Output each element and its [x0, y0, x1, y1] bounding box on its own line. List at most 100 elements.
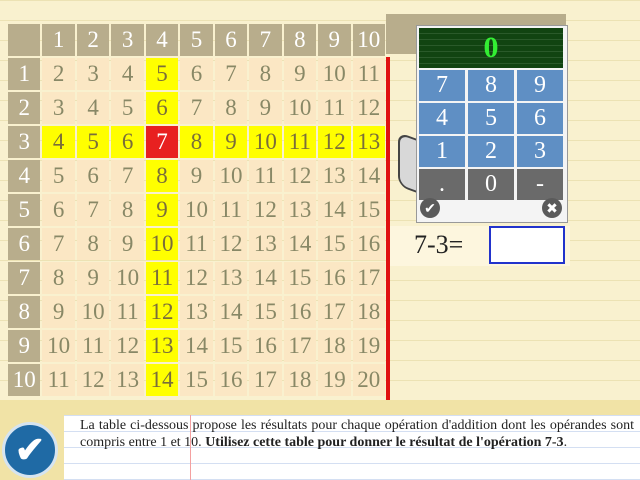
table-cell[interactable]: 14: [180, 330, 213, 362]
table-cell[interactable]: 5: [145, 58, 179, 90]
table-cell[interactable]: 6: [111, 126, 144, 158]
table-cell[interactable]: 20: [352, 364, 385, 396]
table-cell[interactable]: 10: [145, 228, 179, 260]
table-cell[interactable]: 12: [214, 228, 248, 260]
table-cell[interactable]: 7: [111, 160, 144, 192]
table-cell[interactable]: 13: [111, 364, 144, 396]
table-cell[interactable]: 8: [214, 92, 248, 124]
table-cell[interactable]: 15: [318, 228, 351, 260]
table-cell[interactable]: 12: [352, 92, 385, 124]
table-cell[interactable]: 13: [180, 296, 213, 328]
table-cell[interactable]: 3: [76, 58, 110, 90]
table-cell[interactable]: 7: [42, 228, 75, 260]
table-cell[interactable]: 14: [283, 228, 317, 260]
table-cell[interactable]: 8: [111, 194, 144, 226]
table-cell[interactable]: 14: [249, 262, 282, 294]
table-cell[interactable]: 2: [42, 58, 75, 90]
table-cell[interactable]: 13: [283, 194, 317, 226]
table-cell[interactable]: 6: [76, 160, 110, 192]
check-icon[interactable]: ✔: [420, 198, 440, 218]
table-cell[interactable]: 11: [283, 126, 317, 158]
answer-input[interactable]: [489, 226, 565, 264]
keypad-key[interactable]: 2: [468, 136, 514, 167]
table-cell[interactable]: 10: [76, 296, 110, 328]
table-cell[interactable]: 9: [249, 92, 282, 124]
keypad-key[interactable]: 0: [468, 169, 514, 200]
table-cell[interactable]: 4: [76, 92, 110, 124]
table-cell[interactable]: 8: [180, 126, 213, 158]
table-cell[interactable]: 10: [283, 92, 317, 124]
table-cell[interactable]: 9: [76, 262, 110, 294]
table-cell[interactable]: 10: [42, 330, 75, 362]
table-cell[interactable]: 9: [42, 296, 75, 328]
table-cell[interactable]: 18: [352, 296, 385, 328]
table-cell[interactable]: 7: [180, 92, 213, 124]
table-cell[interactable]: 5: [42, 160, 75, 192]
table-cell[interactable]: 15: [283, 262, 317, 294]
table-cell[interactable]: 13: [352, 126, 385, 158]
table-cell[interactable]: 8: [42, 262, 75, 294]
table-cell[interactable]: 6: [145, 92, 179, 124]
keypad-key[interactable]: .: [419, 169, 465, 200]
validate-button[interactable]: ✔: [2, 422, 58, 478]
table-cell[interactable]: 13: [214, 262, 248, 294]
table-cell[interactable]: 15: [352, 194, 385, 226]
table-cell[interactable]: 10: [214, 160, 248, 192]
table-cell[interactable]: 19: [318, 364, 351, 396]
table-cell[interactable]: 6: [42, 194, 75, 226]
keypad-key[interactable]: 5: [468, 103, 514, 134]
table-cell[interactable]: 14: [214, 296, 248, 328]
table-cell[interactable]: 18: [318, 330, 351, 362]
table-cell[interactable]: 4: [42, 126, 75, 158]
table-cell[interactable]: 17: [318, 296, 351, 328]
table-cell[interactable]: 12: [283, 160, 317, 192]
table-cell[interactable]: 13: [249, 228, 282, 260]
table-cell[interactable]: 17: [352, 262, 385, 294]
table-cell[interactable]: 11: [214, 194, 248, 226]
table-cell[interactable]: 7: [76, 194, 110, 226]
table-cell[interactable]: 14: [318, 194, 351, 226]
table-cell[interactable]: 11: [180, 228, 213, 260]
table-cell[interactable]: 13: [318, 160, 351, 192]
table-cell[interactable]: 16: [214, 364, 248, 396]
table-cell[interactable]: 17: [249, 364, 282, 396]
table-cell[interactable]: 11: [145, 262, 179, 294]
table-cell[interactable]: 18: [283, 364, 317, 396]
table-cell[interactable]: 9: [214, 126, 248, 158]
keypad-key[interactable]: 3: [517, 136, 563, 167]
table-cell[interactable]: 5: [111, 92, 144, 124]
table-cell[interactable]: 11: [111, 296, 144, 328]
table-cell[interactable]: 15: [180, 364, 213, 396]
table-cell[interactable]: 15: [214, 330, 248, 362]
table-cell[interactable]: 11: [352, 58, 385, 90]
table-cell[interactable]: 11: [76, 330, 110, 362]
keypad-key[interactable]: 1: [419, 136, 465, 167]
table-cell[interactable]: 15: [249, 296, 282, 328]
table-cell[interactable]: 13: [145, 330, 179, 362]
table-cell[interactable]: 6: [180, 58, 213, 90]
table-cell[interactable]: 11: [318, 92, 351, 124]
table-cell[interactable]: 11: [42, 364, 75, 396]
table-cell[interactable]: 16: [352, 228, 385, 260]
table-cell[interactable]: 16: [318, 262, 351, 294]
table-cell[interactable]: 10: [180, 194, 213, 226]
keypad-key[interactable]: 4: [419, 103, 465, 134]
table-cell[interactable]: 12: [249, 194, 282, 226]
table-cell[interactable]: 8: [249, 58, 282, 90]
table-cell[interactable]: 10: [318, 58, 351, 90]
table-cell[interactable]: 12: [318, 126, 351, 158]
table-cell[interactable]: 7: [214, 58, 248, 90]
table-cell[interactable]: 5: [76, 126, 110, 158]
close-icon[interactable]: ✖: [542, 198, 562, 218]
table-cell[interactable]: 9: [111, 228, 144, 260]
table-cell[interactable]: 16: [249, 330, 282, 362]
keypad-key[interactable]: 6: [517, 103, 563, 134]
table-cell[interactable]: 9: [145, 194, 179, 226]
table-cell[interactable]: 19: [352, 330, 385, 362]
table-cell[interactable]: 16: [283, 296, 317, 328]
table-cell[interactable]: 17: [283, 330, 317, 362]
table-cell[interactable]: 12: [145, 296, 179, 328]
keypad-key[interactable]: -: [517, 169, 563, 200]
table-cell[interactable]: 7: [145, 126, 179, 158]
keypad-key[interactable]: 9: [517, 70, 563, 101]
